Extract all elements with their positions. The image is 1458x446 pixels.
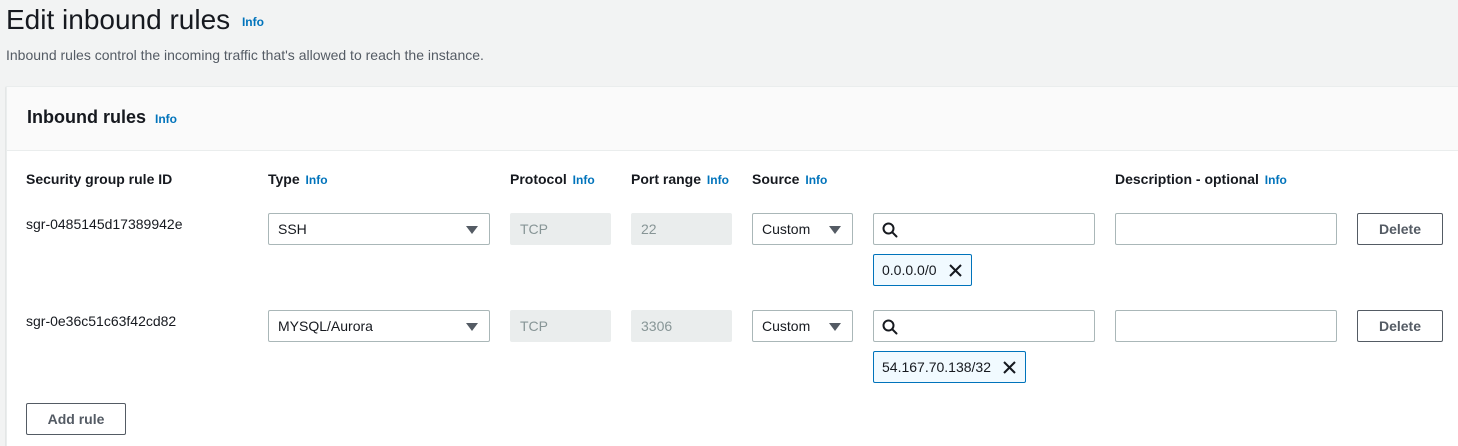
type-info-link[interactable]: Info — [306, 173, 328, 187]
panel-title-info-link[interactable]: Info — [155, 112, 177, 126]
port-range-field: 22 — [631, 213, 732, 245]
source-info-link[interactable]: Info — [805, 173, 827, 187]
delete-rule-button[interactable]: Delete — [1357, 310, 1443, 342]
source-token-label: 0.0.0.0/0 — [882, 262, 937, 278]
type-select-value: MYSQL/Aurora — [278, 318, 373, 334]
column-header-protocol-label: Protocol — [510, 171, 567, 187]
panel-header: Inbound rules Info — [7, 87, 1458, 151]
protocol-field: TCP — [510, 213, 611, 245]
caret-down-icon — [829, 323, 841, 331]
port-range-info-link[interactable]: Info — [707, 173, 729, 187]
page-description: Inbound rules control the incoming traff… — [6, 47, 484, 63]
source-type-select-value: Custom — [762, 221, 811, 237]
column-header-port-range-label: Port range — [631, 171, 702, 187]
column-header-type: Type Info — [268, 171, 328, 187]
column-header-protocol: Protocol Info — [510, 171, 595, 187]
caret-down-icon — [466, 323, 478, 331]
panel-title-text: Inbound rules — [27, 107, 146, 127]
type-select-value: SSH — [278, 221, 307, 237]
page-title-info-link[interactable]: Info — [242, 15, 264, 29]
rule-id: sgr-0e36c51c63f42cd82 — [26, 313, 177, 329]
source-token: 0.0.0.0/0 — [873, 254, 972, 286]
close-icon[interactable] — [1002, 360, 1017, 375]
add-rule-button[interactable]: Add rule — [26, 403, 126, 435]
column-header-source-label: Source — [752, 171, 800, 187]
description-input[interactable] — [1115, 213, 1337, 245]
source-token-label: 54.167.70.138/32 — [882, 359, 991, 375]
column-header-rule-id-label: Security group rule ID — [26, 171, 173, 187]
page-title-text: Edit inbound rules — [6, 4, 231, 35]
delete-rule-button[interactable]: Delete — [1357, 213, 1443, 245]
protocol-info-link[interactable]: Info — [573, 173, 595, 187]
search-icon — [882, 319, 898, 335]
type-select[interactable]: SSH — [268, 213, 490, 245]
column-header-description: Description - optional Info — [1115, 171, 1287, 187]
source-type-select[interactable]: Custom — [752, 213, 853, 245]
page-title: Edit inbound rules Info — [6, 4, 264, 36]
column-header-type-label: Type — [268, 171, 300, 187]
source-type-select[interactable]: Custom — [752, 310, 853, 342]
column-header-rule-id: Security group rule ID — [26, 171, 172, 187]
inbound-rules-panel: Inbound rules Info — [6, 86, 1458, 446]
description-info-link[interactable]: Info — [1265, 173, 1287, 187]
column-header-description-label: Description - optional — [1115, 171, 1259, 187]
port-range-field: 3306 — [631, 310, 732, 342]
caret-down-icon — [466, 226, 478, 234]
search-icon — [882, 222, 898, 238]
protocol-field: TCP — [510, 310, 611, 342]
column-header-port-range: Port range Info — [631, 171, 729, 187]
source-search-input[interactable] — [873, 310, 1095, 342]
column-header-source: Source Info — [752, 171, 827, 187]
type-select[interactable]: MYSQL/Aurora — [268, 310, 490, 342]
description-input[interactable] — [1115, 310, 1337, 342]
source-type-select-value: Custom — [762, 318, 811, 334]
rule-id: sgr-0485145d17389942e — [26, 216, 183, 232]
caret-down-icon — [829, 226, 841, 234]
close-icon[interactable] — [948, 263, 963, 278]
source-token: 54.167.70.138/32 — [873, 351, 1026, 383]
panel-title: Inbound rules Info — [27, 107, 177, 128]
source-search-input[interactable] — [873, 213, 1095, 245]
